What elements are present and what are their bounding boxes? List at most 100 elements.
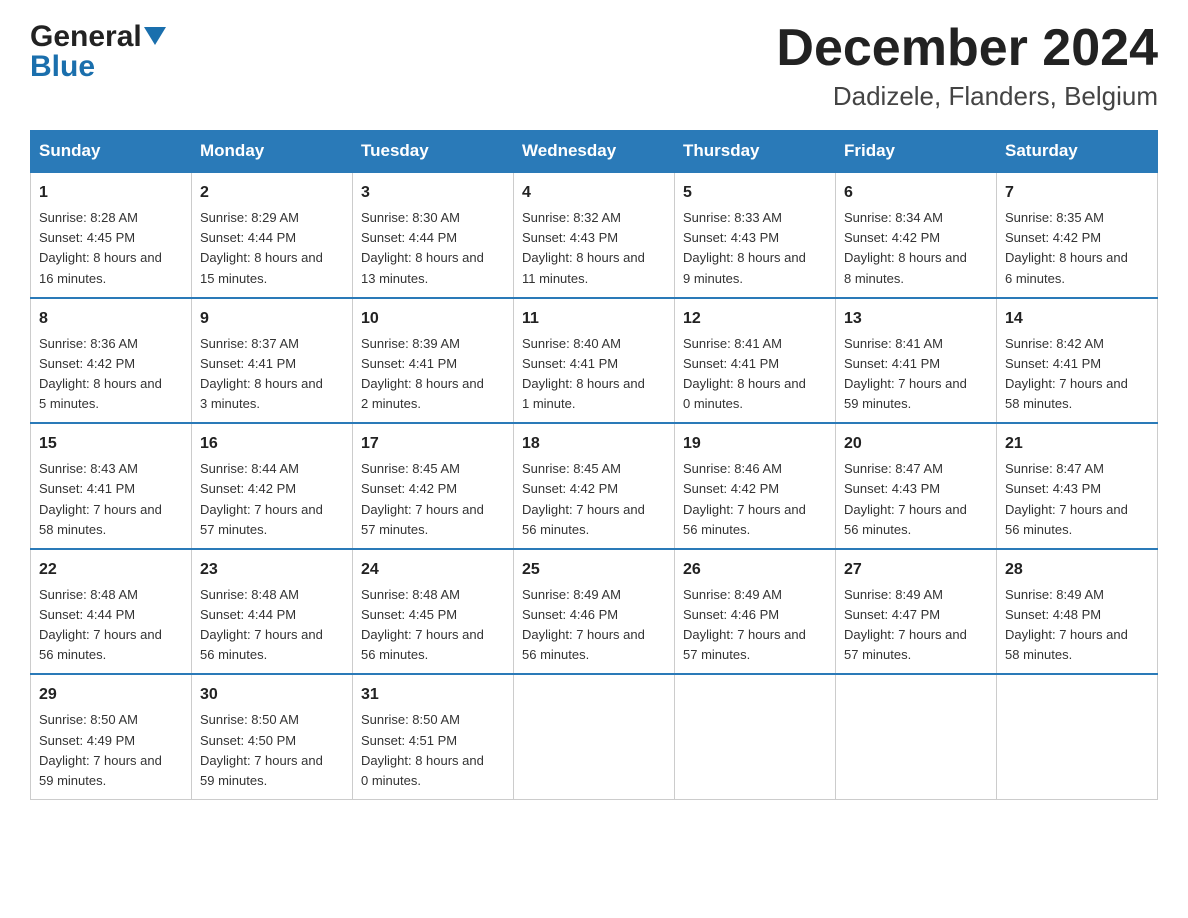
day-number: 5 — [683, 181, 827, 205]
day-number: 25 — [522, 558, 666, 582]
day-info: Sunrise: 8:33 AMSunset: 4:43 PMDaylight:… — [683, 208, 827, 289]
col-header-sunday: Sunday — [31, 131, 192, 173]
day-info: Sunrise: 8:35 AMSunset: 4:42 PMDaylight:… — [1005, 208, 1149, 289]
day-number: 6 — [844, 181, 988, 205]
col-header-friday: Friday — [836, 131, 997, 173]
calendar-day-cell: 31 Sunrise: 8:50 AMSunset: 4:51 PMDayligh… — [353, 674, 514, 799]
day-number: 29 — [39, 683, 183, 707]
day-info: Sunrise: 8:28 AMSunset: 4:45 PMDaylight:… — [39, 208, 183, 289]
day-number: 15 — [39, 432, 183, 456]
month-title: December 2024 — [776, 20, 1158, 77]
day-info: Sunrise: 8:36 AMSunset: 4:42 PMDaylight:… — [39, 334, 183, 415]
day-info: Sunrise: 8:34 AMSunset: 4:42 PMDaylight:… — [844, 208, 988, 289]
day-number: 12 — [683, 307, 827, 331]
day-number: 9 — [200, 307, 344, 331]
calendar-day-cell: 5 Sunrise: 8:33 AMSunset: 4:43 PMDaylight… — [675, 172, 836, 298]
title-section: December 2024 Dadizele, Flanders, Belgiu… — [776, 20, 1158, 112]
day-number: 28 — [1005, 558, 1149, 582]
day-info: Sunrise: 8:45 AMSunset: 4:42 PMDaylight:… — [361, 459, 505, 540]
calendar-day-cell: 27Sunrise: 8:49 AMSunset: 4:47 PMDayligh… — [836, 549, 997, 675]
calendar-week-row: 29 Sunrise: 8:50 AMSunset: 4:49 PMDayligh… — [31, 674, 1158, 799]
calendar-day-cell: 23 Sunrise: 8:48 AMSunset: 4:44 PMDayligh… — [192, 549, 353, 675]
col-header-saturday: Saturday — [997, 131, 1158, 173]
calendar-day-cell: 21Sunrise: 8:47 AMSunset: 4:43 PMDayligh… — [997, 423, 1158, 549]
calendar-table: SundayMondayTuesdayWednesdayThursdayFrid… — [30, 130, 1158, 800]
day-info: Sunrise: 8:40 AMSunset: 4:41 PMDaylight:… — [522, 334, 666, 415]
calendar-day-cell: 9 Sunrise: 8:37 AMSunset: 4:41 PMDaylight… — [192, 298, 353, 424]
calendar-day-cell: 26 Sunrise: 8:49 AMSunset: 4:46 PMDayligh… — [675, 549, 836, 675]
day-number: 2 — [200, 181, 344, 205]
calendar-empty-cell — [997, 674, 1158, 799]
day-info: Sunrise: 8:32 AMSunset: 4:43 PMDaylight:… — [522, 208, 666, 289]
calendar-week-row: 1 Sunrise: 8:28 AMSunset: 4:45 PMDaylight… — [31, 172, 1158, 298]
day-number: 1 — [39, 181, 183, 205]
calendar-week-row: 15 Sunrise: 8:43 AMSunset: 4:41 PMDayligh… — [31, 423, 1158, 549]
calendar-empty-cell — [514, 674, 675, 799]
calendar-day-cell: 15 Sunrise: 8:43 AMSunset: 4:41 PMDayligh… — [31, 423, 192, 549]
day-number: 10 — [361, 307, 505, 331]
day-info: Sunrise: 8:43 AMSunset: 4:41 PMDaylight:… — [39, 459, 183, 540]
day-number: 20 — [844, 432, 988, 456]
day-info: Sunrise: 8:37 AMSunset: 4:41 PMDaylight:… — [200, 334, 344, 415]
calendar-day-cell: 11 Sunrise: 8:40 AMSunset: 4:41 PMDayligh… — [514, 298, 675, 424]
day-number: 16 — [200, 432, 344, 456]
day-number: 8 — [39, 307, 183, 331]
day-number: 13 — [844, 307, 988, 331]
day-info: Sunrise: 8:47 AMSunset: 4:43 PMDaylight:… — [844, 459, 988, 540]
day-number: 23 — [200, 558, 344, 582]
day-info: Sunrise: 8:41 AMSunset: 4:41 PMDaylight:… — [683, 334, 827, 415]
day-info: Sunrise: 8:41 AMSunset: 4:41 PMDaylight:… — [844, 334, 988, 415]
day-info: Sunrise: 8:50 AMSunset: 4:51 PMDaylight:… — [361, 710, 505, 791]
day-number: 24 — [361, 558, 505, 582]
calendar-day-cell: 17 Sunrise: 8:45 AMSunset: 4:42 PMDayligh… — [353, 423, 514, 549]
calendar-day-cell: 24Sunrise: 8:48 AMSunset: 4:45 PMDayligh… — [353, 549, 514, 675]
day-number: 4 — [522, 181, 666, 205]
calendar-empty-cell — [836, 674, 997, 799]
calendar-day-cell: 2 Sunrise: 8:29 AMSunset: 4:44 PMDaylight… — [192, 172, 353, 298]
col-header-thursday: Thursday — [675, 131, 836, 173]
day-number: 3 — [361, 181, 505, 205]
page-header: General Blue December 2024 Dadizele, Fla… — [30, 20, 1158, 112]
day-number: 19 — [683, 432, 827, 456]
day-info: Sunrise: 8:45 AMSunset: 4:42 PMDaylight:… — [522, 459, 666, 540]
calendar-day-cell: 29 Sunrise: 8:50 AMSunset: 4:49 PMDayligh… — [31, 674, 192, 799]
calendar-day-cell: 12 Sunrise: 8:41 AMSunset: 4:41 PMDayligh… — [675, 298, 836, 424]
calendar-day-cell: 20 Sunrise: 8:47 AMSunset: 4:43 PMDayligh… — [836, 423, 997, 549]
day-number: 17 — [361, 432, 505, 456]
calendar-week-row: 8 Sunrise: 8:36 AMSunset: 4:42 PMDaylight… — [31, 298, 1158, 424]
calendar-day-cell: 1 Sunrise: 8:28 AMSunset: 4:45 PMDaylight… — [31, 172, 192, 298]
day-number: 26 — [683, 558, 827, 582]
col-header-monday: Monday — [192, 131, 353, 173]
day-info: Sunrise: 8:48 AMSunset: 4:44 PMDaylight:… — [200, 585, 344, 666]
calendar-week-row: 22 Sunrise: 8:48 AMSunset: 4:44 PMDayligh… — [31, 549, 1158, 675]
day-info: Sunrise: 8:49 AMSunset: 4:46 PMDaylight:… — [522, 585, 666, 666]
day-number: 22 — [39, 558, 183, 582]
day-number: 7 — [1005, 181, 1149, 205]
day-info: Sunrise: 8:50 AMSunset: 4:49 PMDaylight:… — [39, 710, 183, 791]
day-info: Sunrise: 8:49 AMSunset: 4:48 PMDaylight:… — [1005, 585, 1149, 666]
calendar-day-cell: 22 Sunrise: 8:48 AMSunset: 4:44 PMDayligh… — [31, 549, 192, 675]
day-info: Sunrise: 8:39 AMSunset: 4:41 PMDaylight:… — [361, 334, 505, 415]
day-info: Sunrise: 8:50 AMSunset: 4:50 PMDaylight:… — [200, 710, 344, 791]
logo: General Blue — [30, 20, 166, 84]
calendar-day-cell: 28 Sunrise: 8:49 AMSunset: 4:48 PMDayligh… — [997, 549, 1158, 675]
day-info: Sunrise: 8:29 AMSunset: 4:44 PMDaylight:… — [200, 208, 344, 289]
calendar-day-cell: 30Sunrise: 8:50 AMSunset: 4:50 PMDayligh… — [192, 674, 353, 799]
calendar-day-cell: 3Sunrise: 8:30 AMSunset: 4:44 PMDaylight… — [353, 172, 514, 298]
calendar-empty-cell — [675, 674, 836, 799]
day-info: Sunrise: 8:46 AMSunset: 4:42 PMDaylight:… — [683, 459, 827, 540]
day-number: 27 — [844, 558, 988, 582]
day-info: Sunrise: 8:48 AMSunset: 4:44 PMDaylight:… — [39, 585, 183, 666]
day-number: 11 — [522, 307, 666, 331]
logo-general-text: General — [30, 20, 142, 54]
calendar-day-cell: 14Sunrise: 8:42 AMSunset: 4:41 PMDayligh… — [997, 298, 1158, 424]
col-header-tuesday: Tuesday — [353, 131, 514, 173]
day-info: Sunrise: 8:49 AMSunset: 4:46 PMDaylight:… — [683, 585, 827, 666]
day-number: 18 — [522, 432, 666, 456]
calendar-day-cell: 7 Sunrise: 8:35 AMSunset: 4:42 PMDaylight… — [997, 172, 1158, 298]
day-number: 14 — [1005, 307, 1149, 331]
calendar-day-cell: 18 Sunrise: 8:45 AMSunset: 4:42 PMDayligh… — [514, 423, 675, 549]
day-number: 31 — [361, 683, 505, 707]
day-number: 21 — [1005, 432, 1149, 456]
calendar-day-cell: 8 Sunrise: 8:36 AMSunset: 4:42 PMDaylight… — [31, 298, 192, 424]
